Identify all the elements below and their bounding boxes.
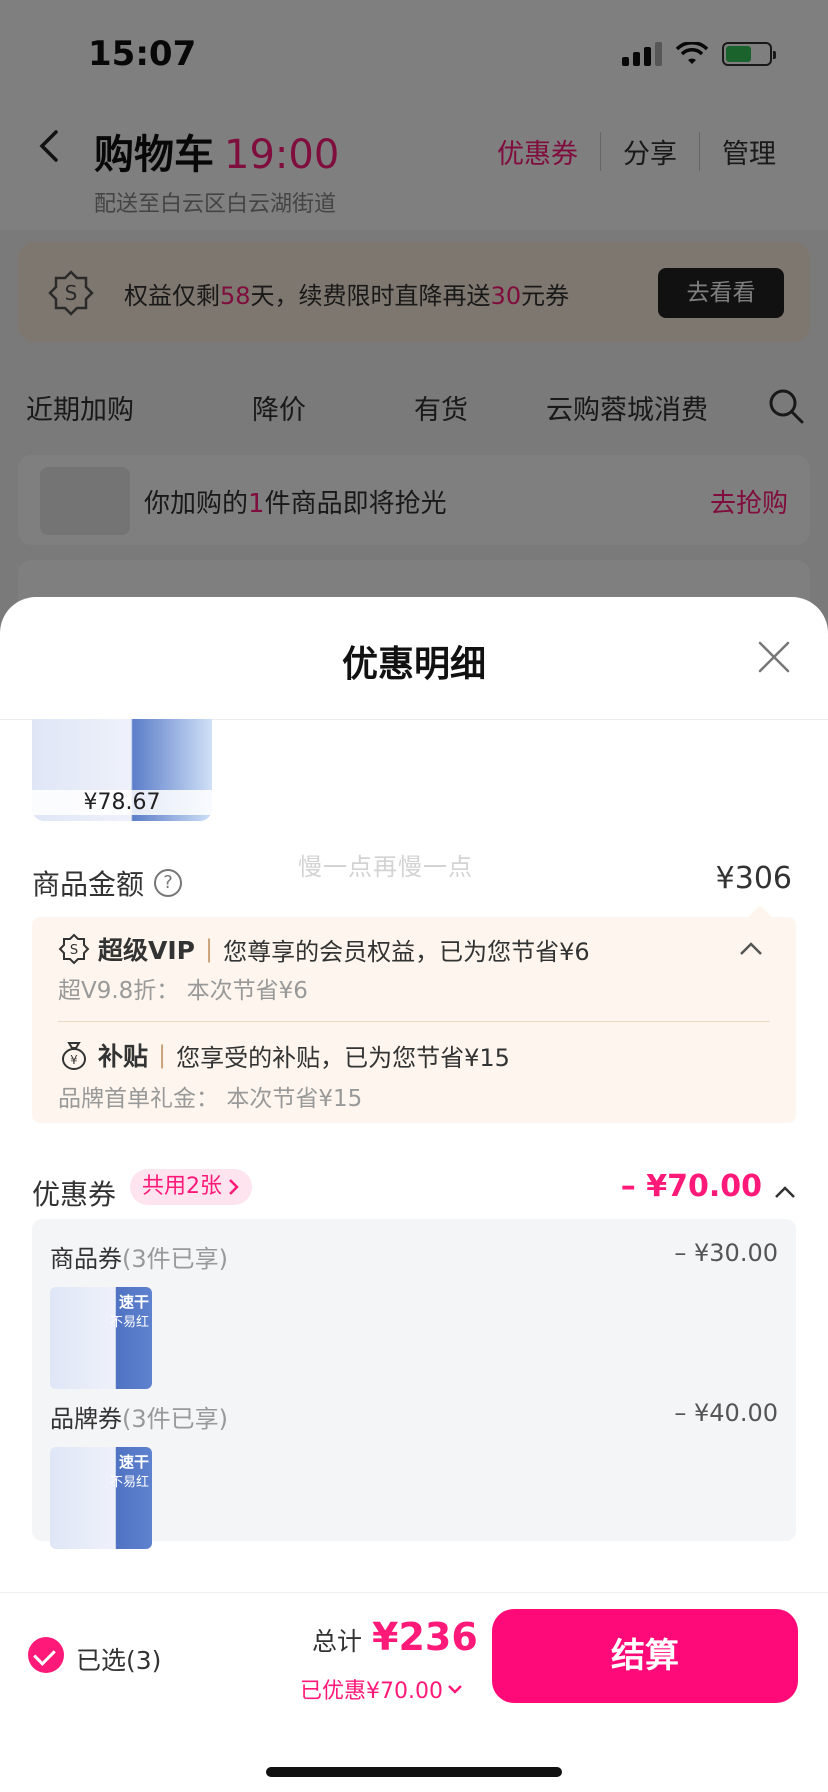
coupon-item-amount: – ¥40.00	[674, 1399, 778, 1427]
coupon-list: 商品券(3件已享) – ¥30.00 速干 不易红 品牌券(3件已享) – ¥40…	[32, 1219, 796, 1549]
coupon-total: – ¥70.00	[620, 1169, 762, 1204]
chevron-up-icon[interactable]	[738, 941, 764, 957]
goods-amount-value: ¥306	[715, 861, 792, 896]
total-value: ¥236	[372, 1615, 478, 1659]
product-price: ¥78.67	[32, 790, 212, 815]
checkout-button[interactable]: 结算	[492, 1609, 798, 1703]
coupon-label: 优惠券	[32, 1178, 117, 1211]
select-all-checkbox[interactable]	[28, 1637, 64, 1673]
chevron-down-icon	[448, 1685, 462, 1694]
vip-benefit-detail: 超V9.8折： 本次节省¥6	[58, 978, 308, 1004]
svg-text:¥: ¥	[70, 1053, 78, 1067]
chevron-up-icon[interactable]	[774, 1185, 796, 1199]
coupon-item-label: 商品券(3件已享)	[50, 1245, 228, 1273]
super-vip-icon: S	[58, 933, 90, 965]
coupon-item-amount: – ¥30.00	[674, 1239, 778, 1267]
shared-coupons-tag[interactable]: 共用2张	[130, 1169, 252, 1205]
help-icon[interactable]: ?	[154, 869, 183, 897]
benefit-divider	[58, 1021, 770, 1022]
coupon-product-thumbnail[interactable]: 速干 不易红	[50, 1287, 152, 1389]
svg-text:S: S	[70, 943, 78, 958]
benefit-box: S 超级VIP | 您尊享的会员权益，已为您节省¥6 超V9.8折： 本次节省¥6 …	[32, 905, 796, 1123]
total-label: 总计	[312, 1627, 363, 1656]
coupon-item-label: 品牌券(3件已享)	[50, 1405, 228, 1433]
money-bag-icon: ¥	[62, 1042, 86, 1070]
vip-benefit-row: S 超级VIP | 您尊享的会员权益，已为您节省¥6	[58, 931, 590, 967]
selected-count: 已选(3)	[76, 1646, 162, 1675]
subsidy-benefit-row: ¥ 补贴 | 您享受的补贴，已为您节省¥15	[58, 1037, 510, 1073]
product-thumbnail[interactable]: ¥78.67	[32, 719, 212, 821]
checkout-bar: 已选(3) 总计 ¥236 已优惠¥70.00 结算	[0, 1592, 828, 1792]
close-icon[interactable]	[756, 639, 792, 675]
goods-amount-label: 商品金额 ?	[32, 863, 183, 903]
total-row: 总计 ¥236	[312, 1615, 478, 1659]
coupon-product-thumbnail[interactable]: 速干 不易红	[50, 1447, 152, 1549]
saved-amount[interactable]: 已优惠¥70.00	[300, 1673, 463, 1705]
sheet-title: 优惠明细	[341, 644, 486, 685]
chevron-right-icon	[229, 1179, 239, 1195]
watermark-text: 慢一点再慢一点	[298, 853, 473, 881]
subsidy-benefit-detail: 品牌首单礼金： 本次节省¥15	[58, 1086, 363, 1112]
home-indicator	[266, 1767, 562, 1777]
